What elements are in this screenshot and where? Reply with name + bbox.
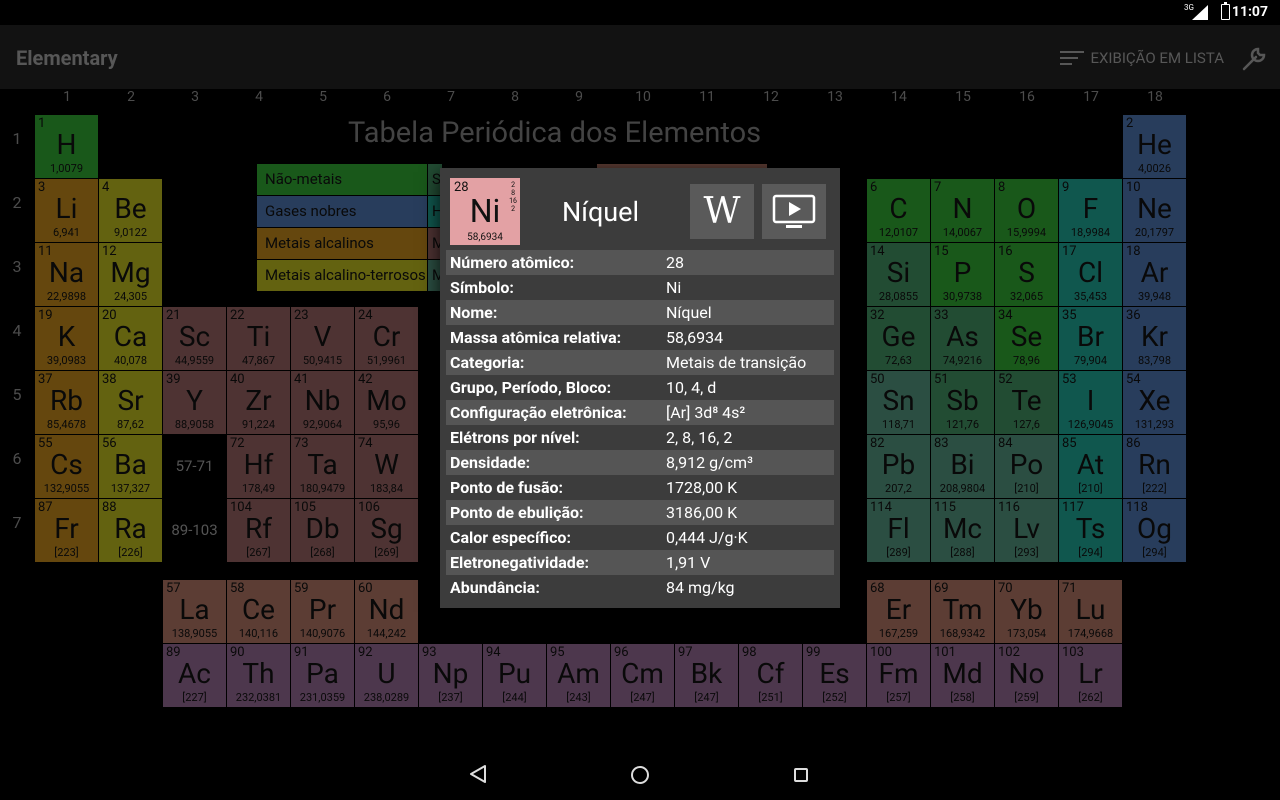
property-value: 0,444 J/g·K	[666, 528, 748, 547]
property-label: Eletronegatividade:	[450, 553, 589, 572]
property-value: [Ar] 3d⁸ 4s²	[666, 403, 746, 422]
property-label: Abundância:	[450, 578, 540, 597]
property-label: Configuração eletrônica:	[450, 403, 627, 422]
element-detail-dialog: 28 Ni 58,6934 2 8 16 2 Níquel W Número a…	[440, 168, 840, 608]
wikipedia-button[interactable]: W	[690, 184, 754, 239]
property-row: Eletronegatividade: 1,91 V	[446, 550, 834, 575]
property-row: Ponto de ebulição: 3186,00 K	[446, 500, 834, 525]
status-time: 11:07	[1231, 4, 1268, 20]
property-row: Elétrons por nível: 2, 8, 16, 2	[446, 425, 834, 450]
tile-shell: 8	[511, 189, 516, 197]
property-label: Massa atômica relativa:	[450, 328, 622, 347]
navigation-bar	[0, 745, 1280, 800]
property-label: Número atômico:	[450, 253, 575, 272]
property-row: Categoria: Metais de transição	[446, 350, 834, 375]
property-row: Ponto de fusão: 1728,00 K	[446, 475, 834, 500]
selected-element-tile: 28 Ni 58,6934 2 8 16 2	[450, 178, 520, 245]
property-label: Ponto de ebulição:	[450, 503, 584, 522]
property-value: 28	[666, 253, 684, 272]
battery-icon	[1221, 2, 1230, 20]
property-row: Grupo, Período, Bloco: 10, 4, d	[446, 375, 834, 400]
property-row: Calor específico: 0,444 J/g·K	[446, 525, 834, 550]
tile-mass: 58,6934	[467, 232, 503, 243]
status-bar: 3G 11:07	[0, 0, 1280, 25]
property-value: 58,6934	[666, 328, 724, 347]
property-value: 10, 4, d	[666, 378, 717, 397]
property-value: 1728,00 K	[666, 478, 738, 497]
element-properties: Número atômico: 28 Símbolo: Ni Nome: Níquel Ma…	[446, 250, 834, 600]
property-value: 2, 8, 16, 2	[666, 428, 733, 447]
tile-shell: 16	[509, 197, 517, 205]
property-label: Grupo, Período, Bloco:	[450, 378, 612, 397]
tile-shells: 2 8 16 2	[509, 181, 517, 213]
property-label: Nome:	[450, 303, 498, 322]
recent-apps-icon[interactable]	[794, 768, 808, 782]
property-row: Número atômico: 28	[446, 250, 834, 275]
property-label: Elétrons por nível:	[450, 428, 580, 447]
property-row: Nome: Níquel	[446, 300, 834, 325]
property-value: 8,912 g/cm³	[666, 453, 753, 472]
property-value: 3186,00 K	[666, 503, 738, 522]
property-label: Categoria:	[450, 353, 525, 372]
tile-shell: 2	[511, 181, 516, 189]
property-row: Configuração eletrônica: [Ar] 3d⁸ 4s²	[446, 400, 834, 425]
property-label: Ponto de fusão:	[450, 478, 564, 497]
tile-shell: 2	[511, 205, 516, 213]
property-label: Símbolo:	[450, 278, 514, 297]
property-label: Densidade:	[450, 453, 531, 472]
back-icon[interactable]	[468, 765, 488, 783]
property-value: 1,91 V	[666, 553, 711, 572]
property-value: Metais de transição	[666, 353, 807, 372]
video-play-icon	[772, 194, 816, 228]
property-value: 84 mg/kg	[666, 578, 735, 597]
video-button[interactable]	[762, 184, 826, 239]
property-label: Calor específico:	[450, 528, 571, 547]
property-row: Abundância: 84 mg/kg	[446, 575, 834, 600]
element-name: Níquel	[562, 196, 640, 228]
home-icon[interactable]	[631, 766, 649, 784]
property-row: Símbolo: Ni	[446, 275, 834, 300]
property-row: Massa atômica relativa: 58,6934	[446, 325, 834, 350]
property-value: Ni	[666, 278, 682, 297]
property-value: Níquel	[666, 303, 712, 322]
wikipedia-icon: W	[703, 191, 741, 232]
signal-icon	[1192, 5, 1208, 20]
property-row: Densidade: 8,912 g/cm³	[446, 450, 834, 475]
